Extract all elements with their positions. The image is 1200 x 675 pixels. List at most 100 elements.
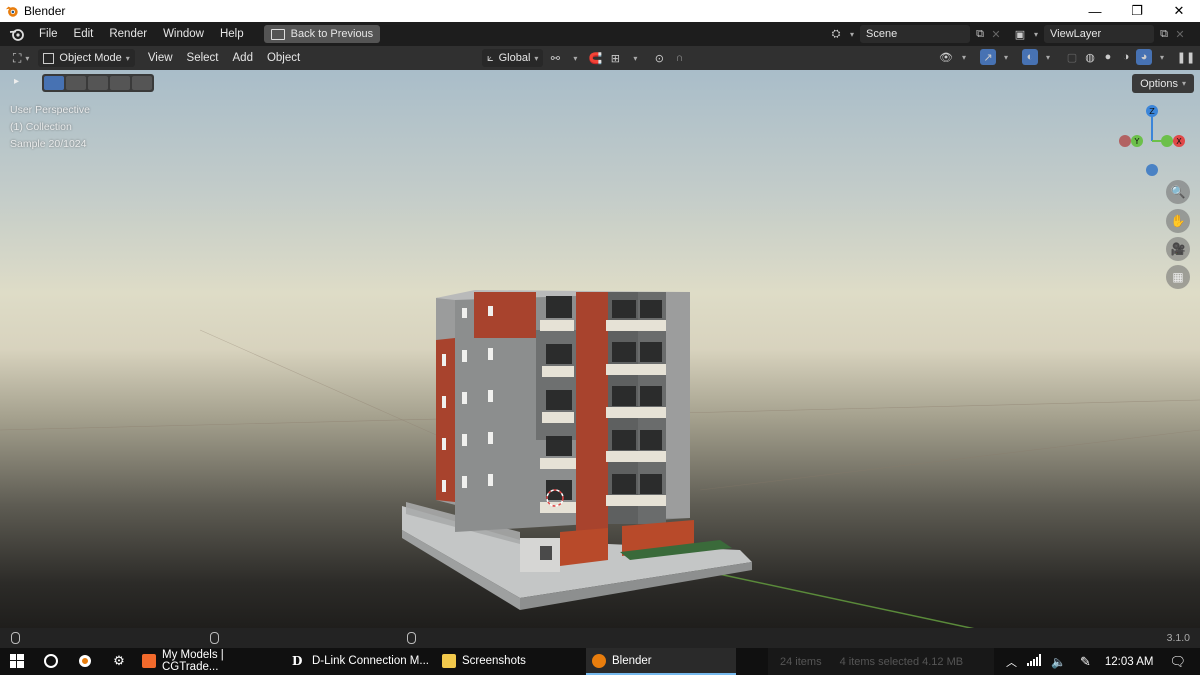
chevron-down-icon[interactable]: ▾ (627, 50, 643, 66)
neg-x-axis-handle[interactable] (1119, 135, 1131, 147)
new-view-layer-icon[interactable]: ⧉ (1156, 26, 1172, 42)
chevron-down-icon[interactable]: ▾ (844, 26, 860, 42)
viewport-sample-label: Sample 20/1024 (10, 138, 87, 150)
mouse-right-icon (407, 632, 416, 644)
rendered-shading-icon[interactable]: ◕ (1136, 49, 1152, 65)
clock[interactable]: 12:03 AM (1099, 656, 1164, 668)
select-new-icon[interactable] (44, 76, 64, 90)
search-button[interactable] (34, 648, 68, 675)
menu-render[interactable]: Render (101, 28, 155, 40)
select-invert-icon[interactable] (110, 76, 130, 90)
network-icon[interactable] (1023, 654, 1045, 669)
tool-icon[interactable]: ▸ (14, 76, 19, 87)
taskbar-app-label: D-Link Connection M... (312, 654, 429, 667)
menu-select[interactable]: Select (180, 52, 226, 64)
menu-window[interactable]: Window (155, 28, 212, 40)
solid-shading-icon[interactable]: ● (1100, 49, 1116, 65)
scene-name-field[interactable]: Scene (860, 25, 970, 43)
navigation-gizmo[interactable]: Z X Y (1112, 102, 1192, 182)
scene-name: Scene (866, 28, 898, 40)
neg-z-axis-handle[interactable] (1146, 164, 1158, 176)
gizmo-toggle-icon[interactable]: ↗ (980, 49, 996, 65)
chevron-down-icon[interactable]: ▾ (998, 49, 1014, 65)
volume-icon[interactable]: 🔈 (1045, 655, 1072, 669)
editor-type-button[interactable]: ⛶ ▾ (8, 49, 34, 67)
grid-line (699, 429, 1200, 491)
ghost-selected-info: 4 items selected 4.12 MB (839, 655, 964, 668)
3d-viewport[interactable]: ▸ User Perspective (1) Collection Sample… (0, 70, 1200, 628)
menu-add[interactable]: Add (226, 52, 260, 64)
chevron-down-icon[interactable]: ▾ (567, 50, 583, 66)
chevron-down-icon[interactable]: ▾ (956, 49, 972, 65)
chevron-down-icon[interactable]: ▾ (1028, 26, 1044, 42)
object-mode-dropdown[interactable]: Object Mode ▾ (38, 49, 135, 67)
minimize-button[interactable]: — (1074, 0, 1116, 22)
pan-hand-icon[interactable]: ✋ (1166, 209, 1190, 233)
dlink-icon: D (292, 653, 303, 668)
view-layer-icon[interactable]: ▣ (1012, 26, 1028, 42)
chevron-down-icon[interactable]: ▾ (1040, 49, 1056, 65)
xray-icon[interactable]: ▢ (1064, 49, 1080, 65)
gear-icon: ⚙ (113, 652, 125, 668)
pause-render-icon[interactable]: ❚❚ (1177, 49, 1195, 65)
chevron-down-icon: ▾ (25, 53, 30, 63)
pen-workspace-icon[interactable]: ✎ (1072, 654, 1099, 670)
overlays-toggle-icon[interactable]: ◐ (1022, 49, 1038, 65)
start-button[interactable] (0, 648, 34, 675)
view-layer-name: ViewLayer (1050, 28, 1102, 40)
taskbar-app-brave[interactable]: My Models | CGTrade... (136, 648, 286, 675)
menu-help[interactable]: Help (212, 28, 252, 40)
scene-icon[interactable]: ⛭ (828, 26, 844, 42)
window-title: Blender (24, 4, 66, 18)
menu-view[interactable]: View (141, 52, 180, 64)
visibility-icon[interactable]: 👁 (938, 49, 954, 65)
building-model (402, 290, 752, 610)
menu-object[interactable]: Object (260, 52, 307, 64)
options-dropdown[interactable]: Options ▾ (1132, 74, 1194, 93)
menu-file[interactable]: File (31, 28, 66, 40)
blender-icon (79, 654, 91, 667)
zoom-icon[interactable]: 🔍 (1166, 180, 1190, 204)
delete-scene-icon[interactable]: ✕ (988, 26, 1004, 42)
show-hidden-icons-icon[interactable]: ︿ (1000, 654, 1023, 670)
blender-menu-icon[interactable] (9, 26, 25, 42)
notifications-icon[interactable]: 🗨 (1163, 654, 1200, 670)
snap-icon[interactable]: 🧲 (587, 50, 603, 66)
wireframe-shading-icon[interactable]: ◍ (1082, 49, 1098, 65)
menu-edit[interactable]: Edit (66, 28, 102, 40)
select-extend-icon[interactable] (66, 76, 86, 90)
close-button[interactable]: ✕ (1158, 0, 1200, 22)
options-label: Options (1140, 77, 1178, 90)
blender-icon (592, 653, 606, 668)
windows-icon (10, 653, 24, 668)
chevron-down-icon[interactable]: ▾ (1154, 49, 1170, 65)
status-bar: 3.1.0 (0, 628, 1200, 648)
pinned-blender-button[interactable] (68, 648, 102, 675)
delete-view-layer-icon[interactable]: ✕ (1172, 26, 1188, 42)
pivot-point-icon[interactable]: ⚯ (547, 50, 563, 66)
proportional-edit-icon[interactable]: ⊙ (651, 50, 667, 66)
blender-logo-icon (5, 6, 18, 17)
scene-selector: ⛭ ▾ Scene ⧉ ✕ ▣ ▾ ViewLayer ⧉ ✕ (828, 25, 1188, 43)
transform-orientation-dropdown[interactable]: ⟀ Global ▾ (482, 49, 544, 67)
material-shading-icon[interactable]: ◑ (1118, 49, 1134, 65)
perspective-toggle-icon[interactable]: ▦ (1166, 265, 1190, 289)
restore-button[interactable]: ❐ (1116, 0, 1158, 22)
snap-target-icon[interactable]: ⊞ (607, 50, 623, 66)
select-intersect-icon[interactable] (132, 76, 152, 90)
x-axis-label: X (1176, 137, 1182, 146)
falloff-icon[interactable]: ∩ (671, 50, 687, 66)
back-to-previous-button[interactable]: Back to Previous (263, 25, 381, 43)
z-axis-label: Z (1149, 107, 1155, 116)
select-subtract-icon[interactable] (88, 76, 108, 90)
view-layer-field[interactable]: ViewLayer (1044, 25, 1154, 43)
pinned-app-button[interactable]: ⚙ (102, 648, 136, 675)
camera-view-icon[interactable]: 🎥 (1166, 237, 1190, 261)
taskbar-app-blender[interactable]: Blender (586, 648, 736, 675)
taskbar-app-dlink[interactable]: D D-Link Connection M... (286, 648, 436, 675)
taskbar-app-label: Blender (612, 654, 652, 667)
brave-icon (142, 653, 156, 668)
y-axis-handle[interactable] (1161, 135, 1173, 147)
new-scene-icon[interactable]: ⧉ (972, 26, 988, 42)
taskbar-app-screenshots[interactable]: Screenshots (436, 648, 586, 675)
